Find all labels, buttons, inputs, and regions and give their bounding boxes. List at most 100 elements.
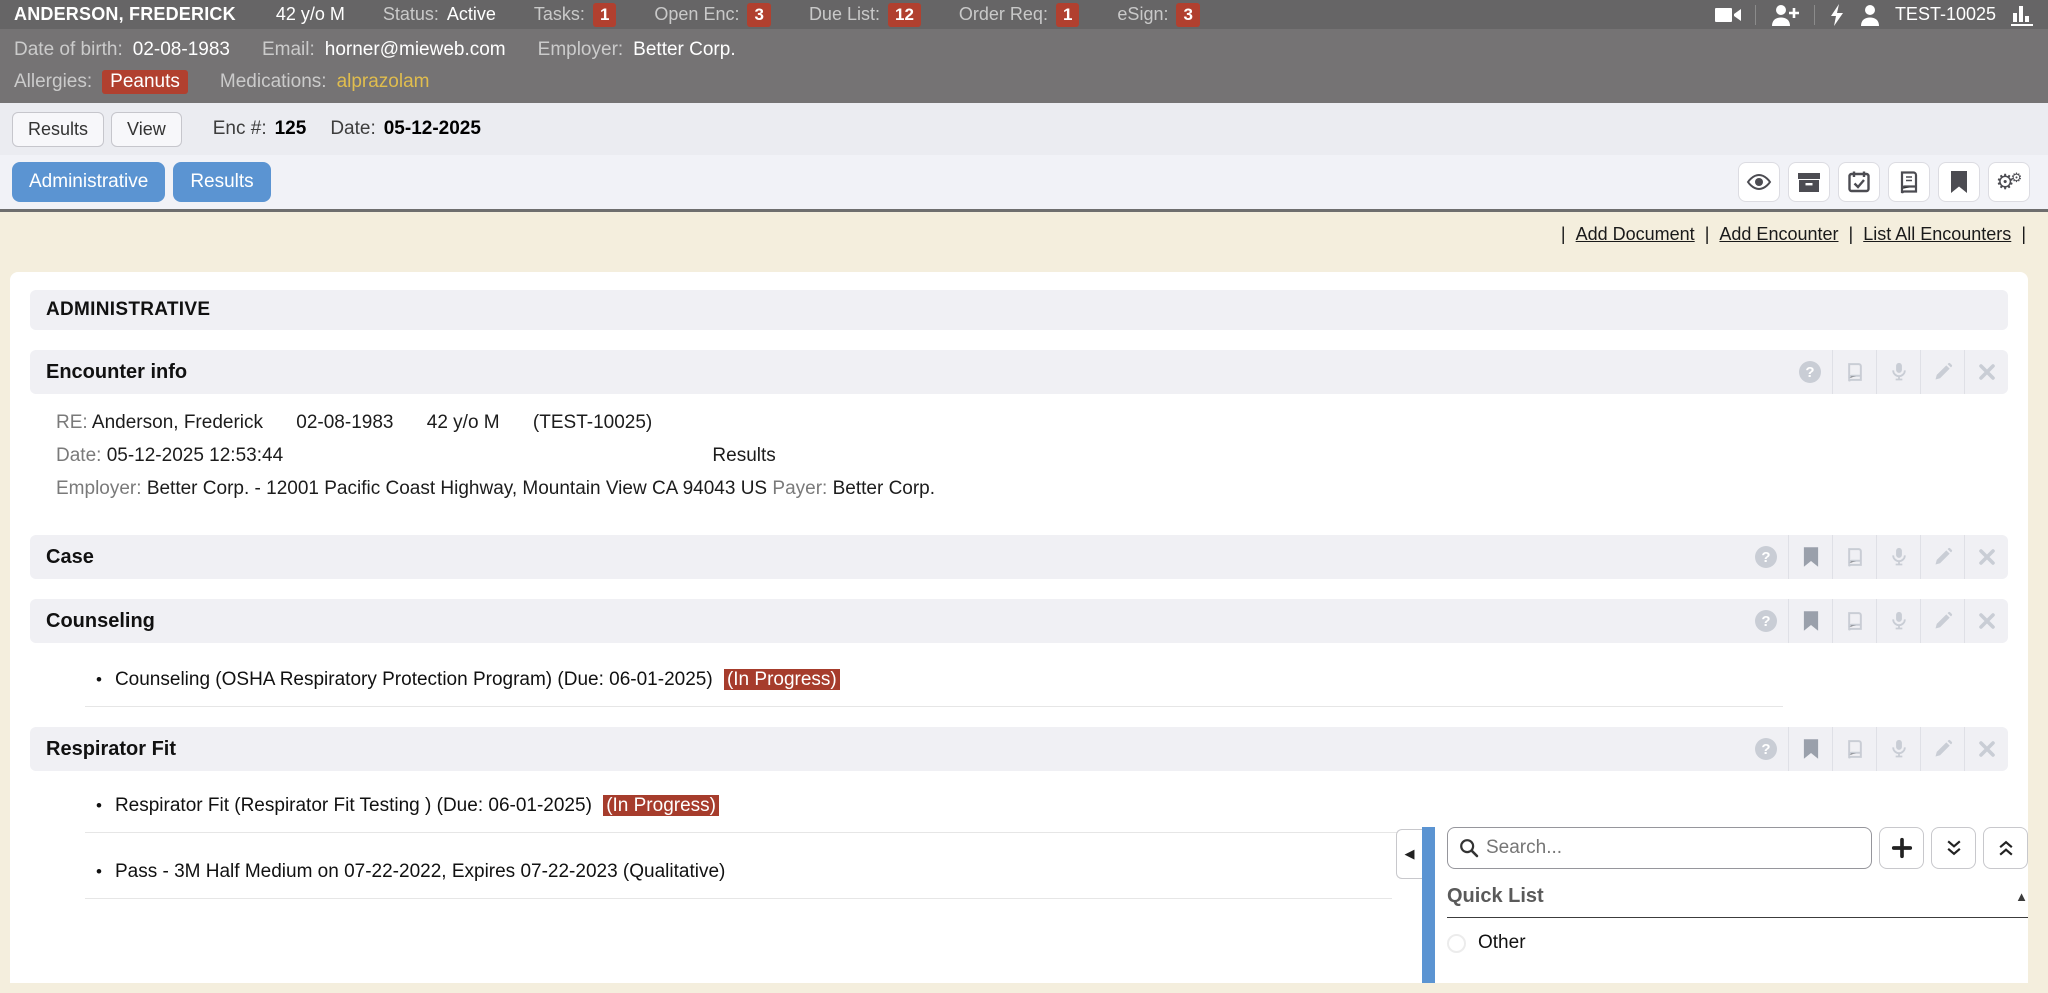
tab-results[interactable]: Results	[12, 112, 104, 147]
quick-list-title: Quick List	[1447, 885, 1544, 908]
collapse-all-button[interactable]	[1983, 827, 2028, 869]
encounter-type: Results	[712, 445, 775, 466]
microphone-icon[interactable]	[1876, 727, 1920, 771]
encounter-links: | Add Document | Add Encounter | List Al…	[0, 224, 2048, 256]
microphone-icon[interactable]	[1876, 350, 1920, 394]
microphone-icon[interactable]	[1876, 599, 1920, 643]
video-camera-icon[interactable]	[1715, 5, 1741, 25]
open-enc-count-badge[interactable]: 3	[747, 3, 770, 27]
re-age-sex: 42 y/o M	[427, 412, 500, 433]
book-icon[interactable]	[1832, 727, 1876, 771]
gears-icon[interactable]: ⚙⚙	[1988, 162, 2030, 202]
allergy-badge[interactable]: Peanuts	[102, 70, 188, 94]
close-icon[interactable]	[1964, 599, 2008, 643]
re-name: Anderson, Frederick	[92, 412, 263, 433]
bookmark-icon[interactable]	[1788, 599, 1832, 643]
results-button[interactable]: Results	[173, 162, 270, 202]
patient-status: Status: Active	[383, 4, 496, 25]
due-list-count-badge[interactable]: 12	[888, 3, 921, 27]
bookmark-icon[interactable]	[1938, 162, 1980, 202]
esign-count-badge[interactable]: 3	[1176, 3, 1199, 27]
book-icon[interactable]	[1888, 162, 1930, 202]
edit-pencil-icon[interactable]	[1920, 599, 1964, 643]
microphone-icon[interactable]	[1876, 535, 1920, 579]
bullet-dot: •	[96, 862, 102, 882]
search-input[interactable]	[1447, 827, 1872, 869]
radio-button[interactable]	[1447, 934, 1466, 953]
divider	[85, 898, 1392, 899]
patient-age-sex: 42 y/o M	[276, 4, 345, 25]
add-button[interactable]	[1879, 827, 1924, 869]
section-title: Respirator Fit	[46, 738, 176, 761]
status-badge-in-progress: (In Progress)	[724, 669, 840, 690]
status-value: Active	[447, 4, 496, 25]
help-icon[interactable]: ?	[1788, 350, 1832, 394]
book-icon[interactable]	[1832, 535, 1876, 579]
employer-value: Better Corp.	[633, 39, 735, 61]
edit-pencil-icon[interactable]	[1920, 727, 1964, 771]
enc-date-label: Date:	[330, 118, 375, 140]
quick-list-item-other[interactable]: Other	[1447, 932, 2028, 954]
administrative-card: ADMINISTRATIVE Encounter info ?	[10, 272, 2028, 983]
list-item-counseling: • Counseling (OSHA Respiratory Protectio…	[30, 669, 2008, 691]
user-icon[interactable]	[1859, 4, 1881, 26]
close-icon[interactable]	[1964, 727, 2008, 771]
bullet-dot: •	[96, 670, 102, 690]
bullet-dot: •	[96, 796, 102, 816]
tab-view[interactable]: View	[111, 112, 182, 147]
edit-pencil-icon[interactable]	[1920, 535, 1964, 579]
search-icon	[1458, 837, 1480, 859]
close-icon[interactable]	[1964, 535, 2008, 579]
counter-due-list[interactable]: Due List: 12	[809, 3, 921, 27]
tasks-count-badge[interactable]: 1	[593, 3, 616, 27]
add-document-link[interactable]: Add Document	[1576, 224, 1695, 244]
panel-accent-bar	[1422, 827, 1435, 983]
administrative-button[interactable]: Administrative	[12, 162, 165, 202]
medications-label: Medications:	[220, 71, 327, 93]
email-value: horner@mieweb.com	[325, 39, 506, 61]
encounter-info-body: RE: Anderson, Frederick 02-08-1983 42 y/…	[30, 394, 2008, 515]
stats-chart-icon[interactable]	[2010, 4, 2034, 26]
chevron-left-icon: ◀	[1405, 846, 1415, 862]
section-header-respirator-fit: Respirator Fit ?	[30, 727, 2008, 771]
help-icon[interactable]: ?	[1744, 535, 1788, 579]
page-content: | Add Document | Add Encounter | List Al…	[0, 212, 2048, 983]
expand-all-button[interactable]	[1931, 827, 1976, 869]
caret-up-icon: ▲	[2015, 889, 2028, 904]
calendar-check-icon[interactable]	[1838, 162, 1880, 202]
enc-number-value: 125	[275, 118, 307, 140]
counter-order-req[interactable]: Order Req: 1	[959, 3, 1080, 27]
close-icon[interactable]	[1964, 350, 2008, 394]
status-badge-in-progress: (In Progress)	[603, 795, 719, 816]
eye-icon[interactable]	[1738, 162, 1780, 202]
help-icon[interactable]: ?	[1744, 727, 1788, 771]
section-header-counseling: Counseling ?	[30, 599, 2008, 643]
counter-open-enc[interactable]: Open Enc: 3	[654, 3, 771, 27]
add-encounter-link[interactable]: Add Encounter	[1719, 224, 1838, 244]
counter-tasks[interactable]: Tasks: 1	[534, 3, 616, 27]
section-title: Encounter info	[46, 361, 187, 384]
divider	[1755, 5, 1756, 25]
quick-list-header[interactable]: Quick List ▲	[1447, 885, 2028, 918]
book-icon[interactable]	[1832, 350, 1876, 394]
patient-name: ANDERSON, FREDERICK	[14, 4, 236, 25]
counter-esign[interactable]: eSign: 3	[1117, 3, 1200, 27]
medications-value[interactable]: alprazolam	[337, 71, 430, 93]
lightning-icon[interactable]	[1829, 4, 1845, 26]
archive-icon[interactable]	[1788, 162, 1830, 202]
book-icon[interactable]	[1832, 599, 1876, 643]
dob-label: Date of birth:	[14, 39, 123, 61]
help-icon[interactable]: ?	[1744, 599, 1788, 643]
card-title: ADMINISTRATIVE	[30, 290, 2008, 330]
list-all-encounters-link[interactable]: List All Encounters	[1863, 224, 2011, 244]
bookmark-icon[interactable]	[1788, 535, 1832, 579]
section-title: Counseling	[46, 610, 155, 633]
bookmark-icon[interactable]	[1788, 727, 1832, 771]
allergies-label: Allergies:	[14, 71, 92, 93]
order-req-count-badge[interactable]: 1	[1056, 3, 1079, 27]
panel-collapse-handle[interactable]: ◀	[1396, 829, 1422, 879]
edit-pencil-icon[interactable]	[1920, 350, 1964, 394]
status-label: Status:	[383, 4, 439, 25]
person-add-icon[interactable]	[1770, 4, 1800, 26]
re-dob: 02-08-1983	[296, 412, 393, 433]
